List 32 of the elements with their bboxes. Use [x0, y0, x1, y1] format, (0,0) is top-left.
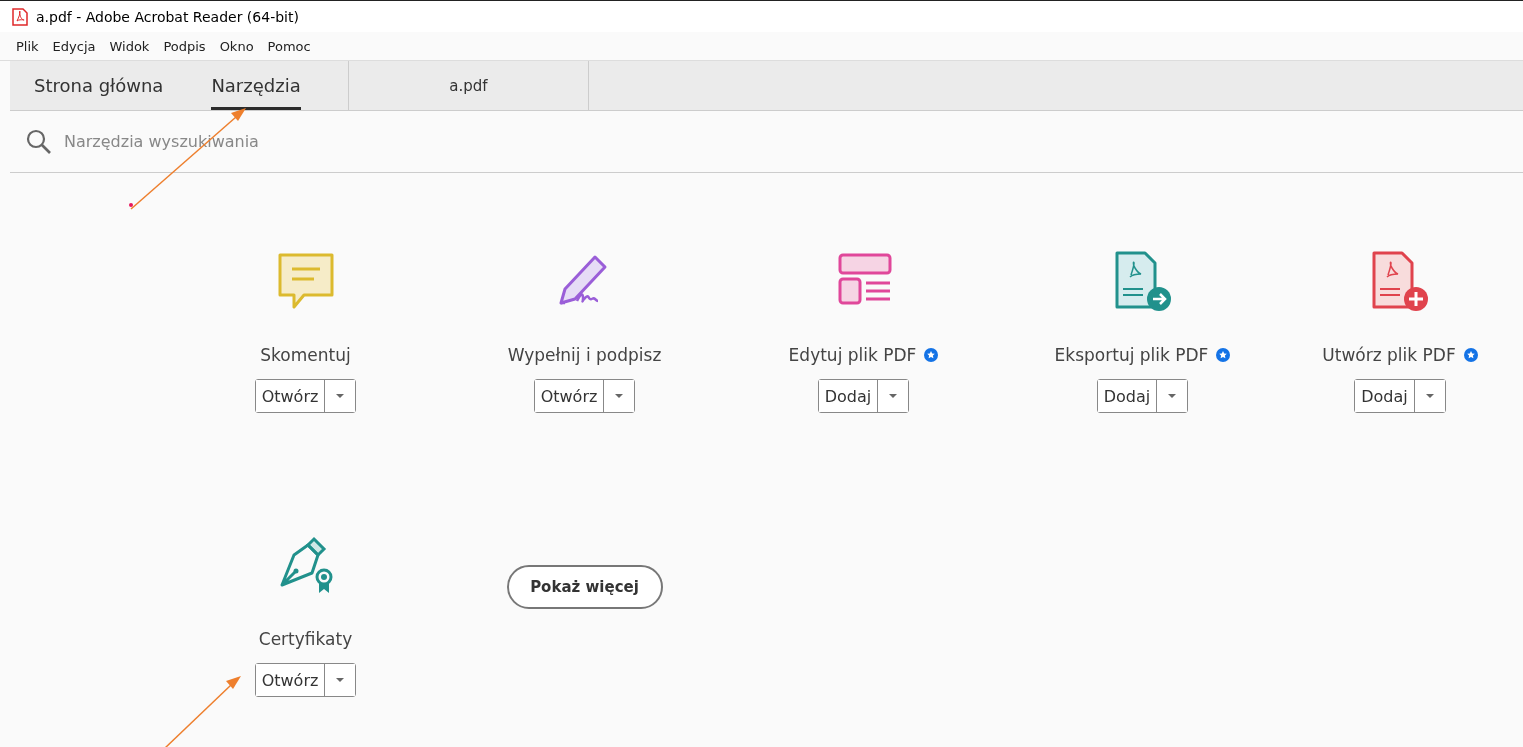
window-title: a.pdf - Adobe Acrobat Reader (64-bit) [36, 8, 299, 25]
tool-name: Certyfikaty [258, 629, 353, 649]
tool-name: Wypełnij i podpisz [507, 345, 662, 365]
menu-item[interactable]: Plik [16, 38, 39, 54]
caret-icon [335, 393, 346, 399]
pdf-file-icon [12, 7, 28, 26]
menu-item[interactable]: Pomoc [267, 38, 311, 54]
caret-icon [1424, 393, 1435, 399]
caret-icon [614, 393, 625, 399]
tool-name: Eksportuj plik PDF [1054, 345, 1209, 365]
caret-icon [888, 393, 899, 399]
menu-item[interactable]: Podpis [163, 38, 206, 54]
document-tab[interactable]: a.pdf [349, 61, 589, 110]
show-more-button[interactable]: Pokaż więcej [506, 565, 663, 609]
action-button[interactable]: Otwórz [534, 380, 605, 412]
menu-item[interactable]: Okno [219, 38, 254, 54]
tool-name: Utwórz plik PDF [1322, 345, 1456, 365]
action-button[interactable]: Dodaj [1097, 380, 1158, 412]
tool-name: Edytuj plik PDF [788, 345, 917, 365]
marker-dot [129, 203, 133, 207]
menu-item[interactable]: Widok [109, 38, 150, 54]
tab[interactable]: Strona główna [34, 61, 164, 110]
action-button[interactable]: Dodaj [818, 380, 879, 412]
search-icon[interactable] [26, 128, 52, 155]
caret-icon [1167, 393, 1178, 399]
action-button[interactable]: Otwórz [255, 664, 326, 696]
action-button[interactable]: Otwórz [255, 380, 326, 412]
tool-name: Skomentuj [260, 345, 351, 365]
menu-item[interactable]: Edycja [52, 38, 96, 54]
tab[interactable]: Narzędzia [211, 61, 301, 110]
action-button[interactable]: Dodaj [1355, 380, 1415, 412]
caret-icon [335, 677, 346, 683]
